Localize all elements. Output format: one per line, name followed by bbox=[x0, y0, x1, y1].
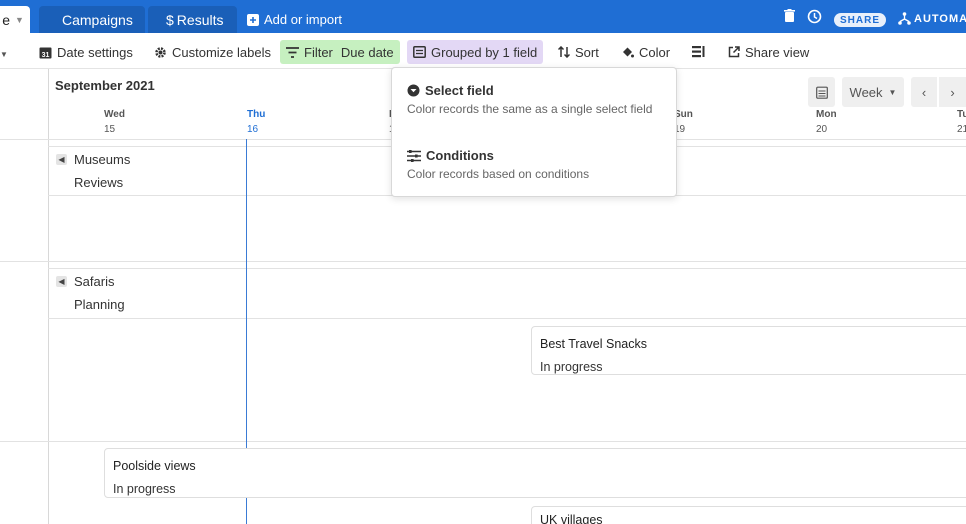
row-height-button[interactable] bbox=[686, 40, 716, 64]
day-header-name: Thu bbox=[247, 109, 266, 120]
prev-week-button[interactable]: ‹ bbox=[911, 77, 937, 107]
chevron-left-icon: ‹ bbox=[921, 84, 927, 100]
filter-icon bbox=[286, 46, 299, 58]
add-import-label: Add or import bbox=[264, 12, 343, 27]
customize-labels-label: Customize labels bbox=[172, 44, 271, 60]
dropdown-circle-icon bbox=[407, 84, 420, 97]
history-icon[interactable] bbox=[807, 9, 822, 24]
color-button[interactable]: Color bbox=[615, 40, 676, 64]
mini-calendar-button[interactable] bbox=[808, 77, 835, 107]
sort-label: Sort bbox=[575, 44, 599, 60]
day-header-number: 20 bbox=[816, 124, 828, 135]
sort-button[interactable]: Sort bbox=[552, 40, 605, 64]
color-option-title: Conditions bbox=[426, 148, 494, 163]
filter-button[interactable]: Filter Due date bbox=[280, 40, 400, 64]
collapse-arrow-icon[interactable]: ◀ bbox=[56, 154, 67, 165]
group-divider bbox=[0, 261, 966, 262]
week-select[interactable]: Week ▼ bbox=[842, 77, 904, 107]
share-view-label: Share view bbox=[745, 44, 810, 60]
trash-icon[interactable] bbox=[784, 9, 795, 23]
tab-results[interactable]: $ Results bbox=[148, 6, 237, 33]
record-status: In progress bbox=[540, 360, 603, 374]
automations-button[interactable]: AUTOMAT bbox=[898, 12, 966, 25]
automation-icon bbox=[898, 12, 911, 25]
day-header-number: 21 bbox=[957, 124, 966, 135]
chevron-down-icon: ▼ bbox=[888, 87, 897, 97]
chevron-right-icon: › bbox=[950, 84, 955, 100]
collapse-arrow-icon[interactable]: ◀ bbox=[56, 276, 67, 287]
conditions-icon bbox=[407, 149, 421, 162]
row-height-icon bbox=[692, 46, 705, 58]
gear-icon bbox=[155, 46, 166, 58]
app-root: e ▼ Campaigns $ Results Add or import SH… bbox=[0, 0, 966, 524]
date-settings-button[interactable]: 31 Date settings bbox=[33, 40, 139, 64]
color-option-description: Color records the same as a single selec… bbox=[407, 102, 653, 116]
calendar-month: September 2021 bbox=[55, 78, 155, 93]
group-divider bbox=[48, 318, 966, 319]
day-header-number: 15 bbox=[104, 124, 116, 135]
group-name: Safaris bbox=[74, 274, 115, 289]
day-header-name: Tu bbox=[957, 109, 966, 120]
calendar-icon: 31 bbox=[39, 47, 52, 59]
chevron-down-icon[interactable]: ▼ bbox=[15, 15, 24, 25]
filter-label: Filter bbox=[304, 44, 333, 60]
group-subtitle: Reviews bbox=[74, 175, 124, 190]
tab-active-table[interactable]: e ▼ bbox=[0, 6, 30, 33]
record-title: UK villages bbox=[540, 513, 603, 524]
day-header-name: Wed bbox=[104, 109, 125, 120]
group-divider bbox=[48, 268, 966, 269]
share-button[interactable]: SHARE bbox=[834, 13, 886, 27]
tab-campaigns-label: Campaigns bbox=[62, 11, 133, 28]
record-card[interactable]: UK villages bbox=[531, 506, 966, 524]
automations-label: AUTOMAT bbox=[914, 12, 966, 25]
color-option-description: Color records based on conditions bbox=[407, 167, 590, 181]
sort-icon bbox=[558, 46, 570, 58]
svg-text:31: 31 bbox=[42, 52, 50, 59]
group-name: Museums bbox=[74, 152, 131, 167]
group-icon bbox=[413, 46, 426, 58]
group-subtitle: Planning bbox=[74, 297, 125, 312]
week-select-label: Week bbox=[849, 84, 883, 100]
record-card[interactable]: Best Travel Snacks In progress bbox=[531, 326, 966, 375]
color-option-select-field[interactable]: Select field Color records the same as a… bbox=[407, 83, 652, 116]
share-view-button[interactable]: Share view bbox=[722, 40, 815, 64]
plus-icon bbox=[247, 13, 259, 26]
group-label: Grouped by 1 field bbox=[431, 44, 538, 60]
view-toolbar: ▼ 31 Date settings Customize labels Filt… bbox=[0, 33, 966, 69]
group-divider bbox=[0, 441, 966, 442]
record-status: In progress bbox=[113, 482, 176, 496]
day-header-number: 16 bbox=[247, 124, 259, 135]
tab-bar: e ▼ Campaigns $ Results Add or import SH… bbox=[0, 0, 966, 33]
color-label: Color bbox=[639, 44, 671, 60]
color-option-title: Select field bbox=[425, 83, 494, 98]
group-header-museums[interactable]: ◀ Museums bbox=[56, 152, 130, 167]
day-header-name: Mon bbox=[816, 109, 837, 120]
view-menu-caret-icon[interactable]: ▼ bbox=[0, 50, 8, 59]
color-option-conditions[interactable]: Conditions Color records based on condit… bbox=[407, 148, 589, 181]
record-title: Poolside views bbox=[113, 459, 196, 473]
calendar-grid-icon bbox=[815, 86, 828, 99]
date-settings-label: Date settings bbox=[57, 44, 133, 60]
external-link-icon bbox=[728, 46, 740, 58]
group-button[interactable]: Grouped by 1 field bbox=[407, 40, 544, 64]
tab-results-label: Results bbox=[176, 11, 224, 28]
customize-labels-button[interactable]: Customize labels bbox=[148, 40, 277, 64]
dollar-icon: $ bbox=[166, 11, 174, 28]
color-menu: Select field Color records the same as a… bbox=[391, 67, 677, 197]
record-title: Best Travel Snacks bbox=[540, 337, 647, 351]
tab-active-label: e bbox=[2, 11, 10, 28]
filter-value: Due date bbox=[340, 44, 394, 60]
add-import-button[interactable]: Add or import bbox=[247, 6, 342, 33]
record-card[interactable]: Poolside views In progress bbox=[104, 448, 966, 498]
group-header-safaris[interactable]: ◀ Safaris bbox=[56, 274, 114, 289]
next-week-button[interactable]: › bbox=[939, 77, 966, 107]
calendar-gutter-divider bbox=[48, 69, 49, 524]
tab-campaigns[interactable]: Campaigns bbox=[39, 6, 145, 33]
paint-bucket-icon bbox=[623, 47, 634, 57]
